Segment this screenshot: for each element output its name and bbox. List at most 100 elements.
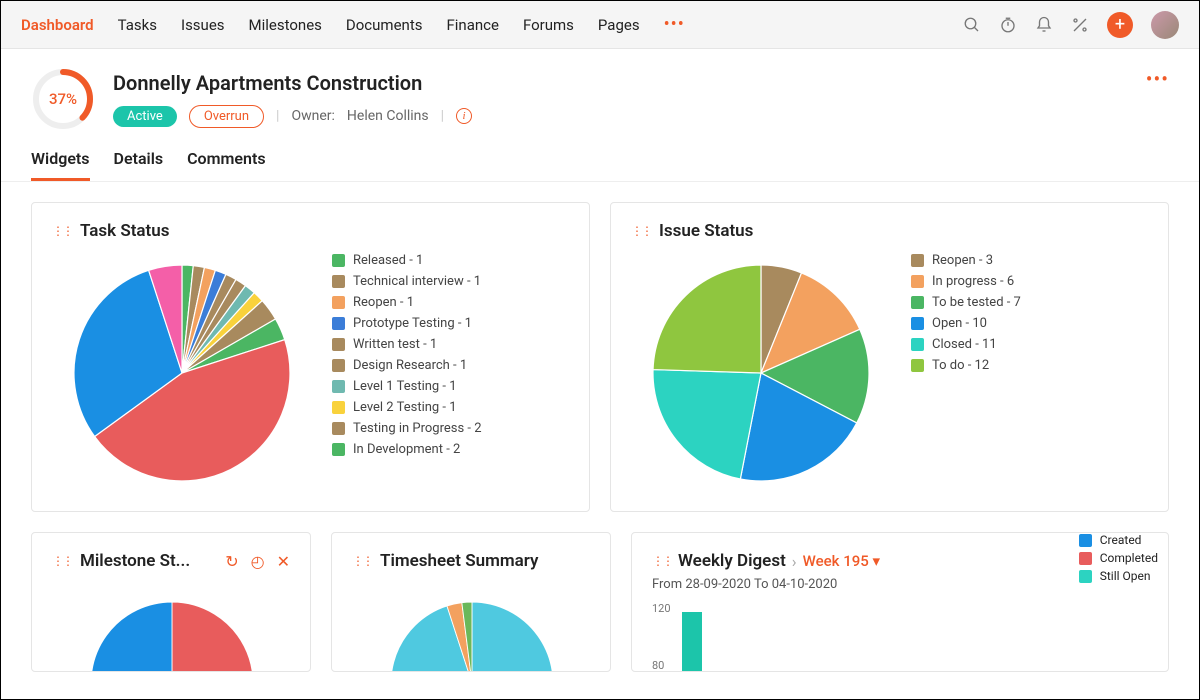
legend-label: Level 1 Testing - 1: [353, 379, 457, 394]
subtab-details[interactable]: Details: [114, 149, 164, 181]
legend-item[interactable]: To be tested - 7: [911, 295, 1021, 310]
nav-milestones[interactable]: Milestones: [249, 16, 322, 34]
project-more-menu[interactable]: •••: [1146, 67, 1169, 91]
timesheet-pie[interactable]: [352, 593, 592, 672]
legend-swatch: [332, 359, 345, 372]
legend-swatch: [332, 443, 345, 456]
legend-label: Design Research - 1: [353, 358, 467, 373]
weekly-bar-chart[interactable]: 120 80: [652, 602, 1148, 672]
add-button[interactable]: +: [1107, 12, 1133, 38]
legend-swatch: [911, 275, 924, 288]
nav-finance[interactable]: Finance: [446, 16, 498, 34]
card-title: Task Status: [80, 221, 170, 241]
legend-swatch: [1079, 534, 1092, 547]
legend-label: Level 2 Testing - 1: [353, 400, 457, 415]
project-meta: Active Overrun | Owner: Helen Collins | …: [113, 105, 472, 128]
avatar[interactable]: [1151, 11, 1179, 39]
dashboard-content: ⋮⋮ Task Status Released - 1 Technical int…: [1, 182, 1199, 692]
subtab-comments[interactable]: Comments: [187, 149, 265, 181]
legend-item[interactable]: Written test - 1: [332, 337, 482, 352]
divider: |: [441, 108, 444, 124]
drag-handle-icon[interactable]: ⋮⋮: [52, 224, 72, 238]
chevron-right-icon: ›: [792, 552, 797, 571]
drag-handle-icon[interactable]: ⋮⋮: [352, 554, 372, 568]
legend-item[interactable]: Completed: [1079, 551, 1158, 565]
legend-item[interactable]: Design Research - 1: [332, 358, 482, 373]
legend-label: To do - 12: [932, 358, 989, 373]
legend-item[interactable]: Released - 1: [332, 253, 482, 268]
legend-item[interactable]: To do - 12: [911, 358, 1021, 373]
card-weekly-digest: ⋮⋮ Weekly Digest › Week 195 ▾ From 28-09…: [631, 532, 1169, 672]
drag-handle-icon[interactable]: ⋮⋮: [652, 554, 672, 568]
legend-item[interactable]: In progress - 6: [911, 274, 1021, 289]
nav-issues[interactable]: Issues: [181, 16, 225, 34]
legend-swatch: [332, 275, 345, 288]
timer-icon[interactable]: [999, 16, 1017, 34]
legend-label: Reopen - 3: [932, 253, 993, 268]
card-timesheet-summary: ⋮⋮ Timesheet Summary: [331, 532, 611, 672]
owner-name: Helen Collins: [347, 108, 429, 124]
info-icon[interactable]: i: [456, 108, 472, 124]
card-title: Weekly Digest: [678, 551, 786, 571]
subtabs: Widgets Details Comments: [1, 131, 1199, 182]
status-badge-overrun[interactable]: Overrun: [189, 105, 264, 128]
legend-swatch: [911, 254, 924, 267]
legend-label: Prototype Testing - 1: [353, 316, 472, 331]
topbar-actions: +: [963, 11, 1179, 39]
nav-pages[interactable]: Pages: [598, 16, 640, 34]
top-navbar: Dashboard Tasks Issues Milestones Documents F…: [1, 1, 1199, 49]
legend-item[interactable]: Level 2 Testing - 1: [332, 400, 482, 415]
weekly-legend: Created Completed Still Open: [1079, 533, 1158, 583]
legend-swatch: [911, 359, 924, 372]
legend-item[interactable]: Still Open: [1079, 569, 1158, 583]
expand-icon[interactable]: ◴: [251, 552, 265, 571]
bell-icon[interactable]: [1035, 16, 1053, 34]
legend-label: Created: [1100, 533, 1142, 547]
tools-icon[interactable]: [1071, 16, 1089, 34]
legend-label: Closed - 11: [932, 337, 997, 352]
milestone-pie[interactable]: [52, 593, 292, 672]
y-axis: 120 80: [652, 602, 671, 672]
nav-more-icon[interactable]: •••: [664, 14, 685, 35]
legend-label: Open - 10: [932, 316, 987, 331]
legend-item[interactable]: Level 1 Testing - 1: [332, 379, 482, 394]
weekly-range: From 28-09-2020 To 04-10-2020: [652, 577, 1148, 592]
subtab-widgets[interactable]: Widgets: [31, 149, 90, 181]
card-milestone-status: ⋮⋮ Milestone St... ↻ ◴ ✕: [31, 532, 311, 672]
task-status-pie[interactable]: [52, 253, 312, 493]
legend-label: Written test - 1: [353, 337, 437, 352]
project-title: Donnelly Apartments Construction: [113, 71, 472, 95]
status-badge-active[interactable]: Active: [113, 106, 177, 127]
legend-swatch: [332, 296, 345, 309]
legend-item[interactable]: Reopen - 3: [911, 253, 1021, 268]
nav-forums[interactable]: Forums: [523, 16, 574, 34]
nav-tasks[interactable]: Tasks: [118, 16, 157, 34]
drag-handle-icon[interactable]: ⋮⋮: [52, 554, 72, 568]
legend-label: To be tested - 7: [932, 295, 1021, 310]
legend-item[interactable]: Prototype Testing - 1: [332, 316, 482, 331]
close-icon[interactable]: ✕: [277, 552, 290, 571]
legend-label: Released - 1: [353, 253, 423, 268]
legend-swatch: [332, 422, 345, 435]
nav-dashboard[interactable]: Dashboard: [21, 16, 94, 34]
card-title: Issue Status: [659, 221, 753, 241]
drag-handle-icon[interactable]: ⋮⋮: [631, 224, 651, 238]
week-selector[interactable]: Week 195 ▾: [803, 552, 880, 570]
legend-item[interactable]: Technical interview - 1: [332, 274, 482, 289]
legend-item[interactable]: In Development - 2: [332, 442, 482, 457]
nav-documents[interactable]: Documents: [346, 16, 423, 34]
legend-item[interactable]: Open - 10: [911, 316, 1021, 331]
progress-ring: 37%: [31, 67, 95, 131]
issue-status-pie[interactable]: [631, 253, 891, 493]
legend-label: Still Open: [1100, 569, 1151, 583]
refresh-icon[interactable]: ↻: [225, 552, 238, 571]
legend-swatch: [332, 254, 345, 267]
card-issue-status: ⋮⋮ Issue Status Reopen - 3 In progress - …: [610, 202, 1169, 512]
bar: [682, 612, 702, 672]
legend-item[interactable]: Testing in Progress - 2: [332, 421, 482, 436]
search-icon[interactable]: [963, 16, 981, 34]
legend-item[interactable]: Closed - 11: [911, 337, 1021, 352]
legend-item[interactable]: Reopen - 1: [332, 295, 482, 310]
legend-item[interactable]: Created: [1079, 533, 1158, 547]
legend-swatch: [332, 380, 345, 393]
